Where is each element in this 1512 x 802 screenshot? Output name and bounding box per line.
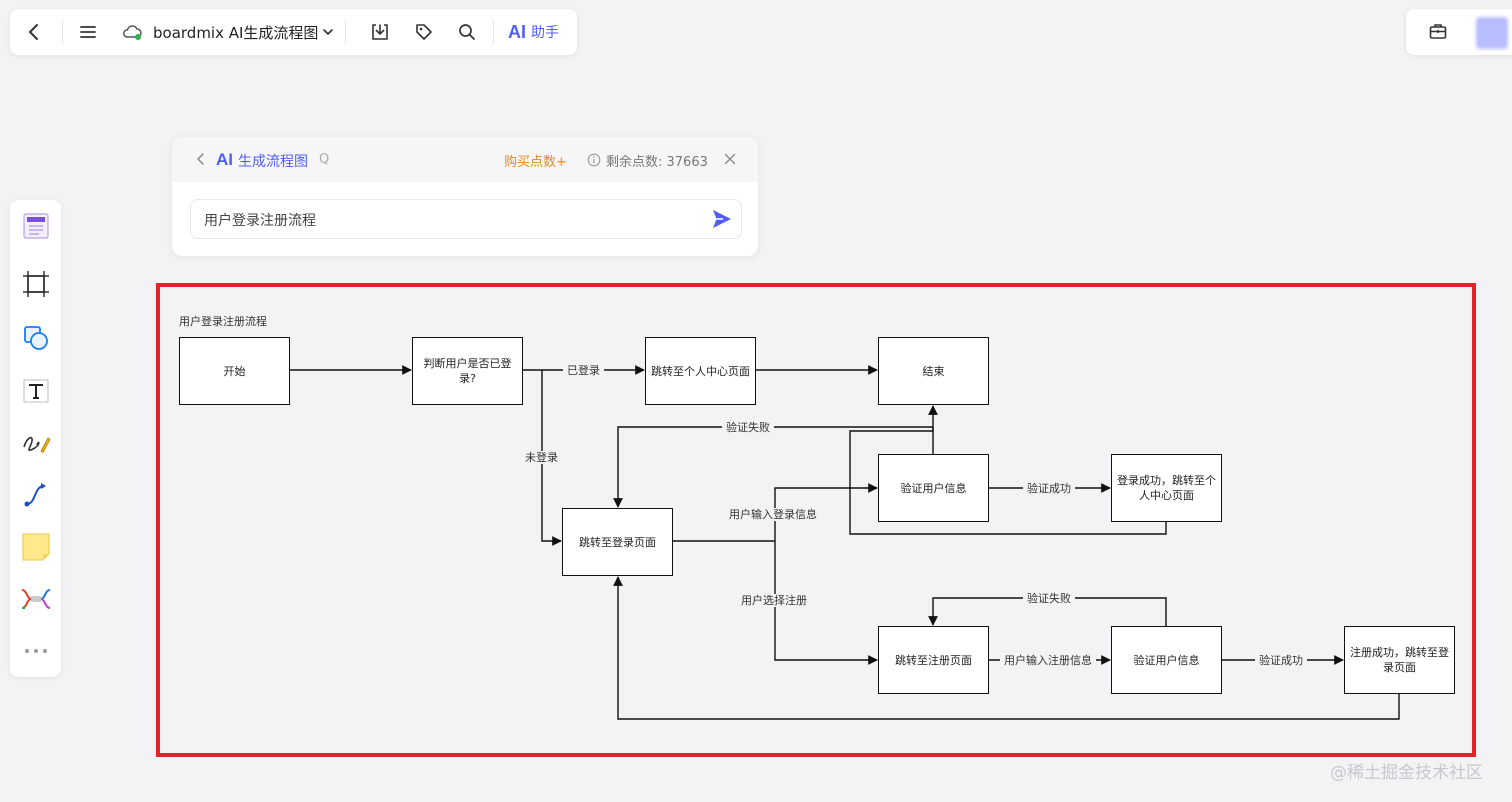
node-login-success[interactable]: 登录成功，跳转至个人中心页面 <box>1111 454 1222 522</box>
node-label: 跳转至登录页面 <box>579 535 656 549</box>
node-label: 验证用户信息 <box>1133 653 1200 667</box>
node-label: 结束 <box>922 364 945 378</box>
node-label: 开始 <box>223 364 246 378</box>
node-register-success[interactable]: 注册成功，跳转至登录页面 <box>1344 626 1455 694</box>
node-to-profile[interactable]: 跳转至个人中心页面 <box>645 337 756 405</box>
edge-label-verify-success-2[interactable]: 验证成功 <box>1255 654 1307 667</box>
node-verify-register[interactable]: 验证用户信息 <box>1111 626 1222 694</box>
node-verify-login[interactable]: 验证用户信息 <box>878 454 989 522</box>
edge-label-logged-in[interactable]: 已登录 <box>563 364 604 377</box>
diagram-title: 用户登录注册流程 <box>179 315 267 328</box>
node-label: 注册成功，跳转至登录页面 <box>1350 646 1449 674</box>
edge-label-verify-fail-2[interactable]: 验证失败 <box>1023 592 1075 605</box>
edge-label-input-register[interactable]: 用户输入注册信息 <box>1000 654 1096 667</box>
node-label: 验证用户信息 <box>900 481 967 495</box>
edge-label-verify-fail-1[interactable]: 验证失败 <box>722 421 774 434</box>
node-to-login[interactable]: 跳转至登录页面 <box>562 508 673 576</box>
node-label: 跳转至个人中心页面 <box>651 364 750 378</box>
edge-label-choose-register[interactable]: 用户选择注册 <box>737 594 811 607</box>
node-start[interactable]: 开始 <box>179 337 290 405</box>
edge-label-verify-success-1[interactable]: 验证成功 <box>1023 482 1075 495</box>
node-label: 判断用户是否已登录? <box>423 357 512 385</box>
node-check-login[interactable]: 判断用户是否已登录? <box>412 337 523 405</box>
node-label: 跳转至注册页面 <box>895 653 972 667</box>
node-label: 登录成功，跳转至个人中心页面 <box>1117 474 1216 502</box>
watermark: @稀土掘金技术社区 <box>1330 763 1483 783</box>
node-end[interactable]: 结束 <box>878 337 989 405</box>
node-to-register[interactable]: 跳转至注册页面 <box>878 626 989 694</box>
edge-label-input-login[interactable]: 用户输入登录信息 <box>725 508 821 521</box>
edge-label-not-logged-in[interactable]: 未登录 <box>521 451 562 464</box>
